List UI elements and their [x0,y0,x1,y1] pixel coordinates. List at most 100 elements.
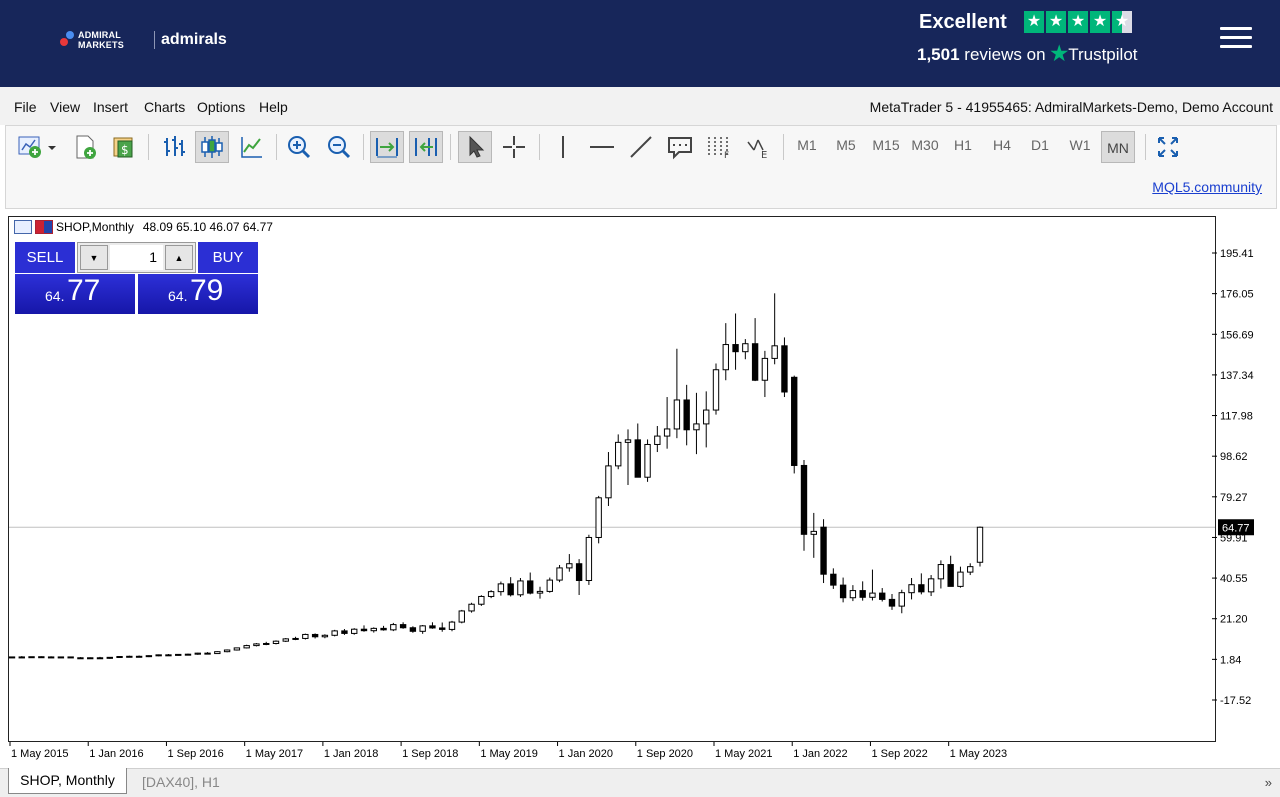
tab-dax40-h1[interactable]: [DAX40], H1 [142,774,220,790]
volume-input[interactable]: 1 [110,245,163,270]
ohlc-values: 48.09 65.10 46.07 64.77 [142,220,273,234]
candle-body [879,592,886,600]
candle-body [360,628,368,632]
candle-body [311,633,319,638]
candle-body [321,634,329,638]
candle-body [918,584,925,593]
candle-body [751,343,759,381]
sell-price[interactable]: 64. 77 [15,274,135,314]
candle-body [732,344,739,353]
buy-price-big: 64. [168,288,188,304]
candle-body [204,652,211,655]
candle-body [507,583,514,596]
volume-increase-button[interactable]: ▲ [165,245,193,270]
candle-body [155,654,162,657]
candle-body [214,651,221,655]
buy-price-pips: 79 [190,274,224,307]
candle-body [292,637,299,640]
candle-body [116,656,123,659]
candle-body [869,592,876,598]
candle-body [253,643,260,647]
candle-body [517,580,524,596]
candle-body [566,563,573,569]
candle-body [615,441,622,467]
chart-tabs: SHOP, Monthly [DAX40], H1 » [0,768,1280,797]
candle-body [888,598,896,607]
tab-shop-monthly[interactable]: SHOP, Monthly [8,768,127,794]
candle-body [546,579,553,592]
tabs-scroll-right-icon[interactable]: » [1265,775,1272,790]
price-chart[interactable]: 195.41 176.05 156.69 137.34 117.98 98.62 79.27… [0,0,1280,768]
buy-price[interactable]: 64. 79 [138,274,258,314]
candle-body [673,399,681,430]
buy-button[interactable]: BUY [198,242,258,273]
candle-body [654,435,661,445]
candle-body [898,592,905,607]
candle-body [390,624,397,631]
candle-body [106,656,113,659]
candle-body [634,439,641,478]
candle-body [820,526,827,575]
candle-body [908,584,915,594]
y-tick-label: 1.84 [1220,654,1241,666]
x-tick-label: 1 Jan 2020 [559,748,613,760]
candle-body [839,584,847,599]
candle-body [380,627,387,631]
candle-body [595,497,602,538]
candle-body [849,590,857,599]
candle-body [399,624,407,629]
candle-body [184,653,192,656]
candle-body [644,443,651,478]
x-tick-label: 1 Jan 2016 [89,748,143,760]
candle-body [712,369,720,411]
candle-body [663,428,671,437]
y-tick-label: 195.41 [1220,248,1254,260]
y-tick-label: 176.05 [1220,289,1254,301]
candle-body [742,343,749,353]
candle-body [771,345,778,359]
candle-body [448,621,456,630]
x-tick-label: 1 May 2017 [246,748,303,760]
candle-body [478,595,485,605]
volume-control: ▼ 1 ▲ [77,242,196,273]
candle-body [429,625,436,629]
candle-body [145,655,153,658]
candle-body [605,465,612,499]
volume-decrease-button[interactable]: ▼ [80,245,108,270]
x-tick-label: 1 Sep 2020 [637,748,693,760]
candle-body [556,567,563,581]
candle-body [135,655,143,658]
candle-body [302,633,309,639]
y-tick-label: 137.34 [1220,370,1254,382]
x-tick-label: 1 May 2015 [11,748,68,760]
candle-body [370,627,377,632]
sell-price-big: 64. [45,288,65,304]
candle-body [28,656,35,659]
candle-body [96,657,104,660]
candle-body [693,423,700,431]
symbol-name: SHOP,Monthly [56,220,134,234]
x-tick-label: 1 Sep 2022 [871,748,927,760]
y-tick-label: 156.69 [1220,329,1254,341]
candle-body [272,640,280,644]
candle-body [77,657,84,660]
candle-body [976,526,984,563]
candle-body [67,656,74,659]
candle-body [165,654,172,657]
sell-button[interactable]: SELL [15,242,75,273]
x-tick-label: 1 Jan 2018 [324,748,378,760]
x-tick-label: 1 May 2021 [715,748,772,760]
current-price-label: 64.77 [1222,522,1250,534]
candle-body [87,657,94,660]
chart-symbol-info: SHOP,Monthly 48.09 65.10 46.07 64.77 [14,220,273,234]
candle-body [624,439,632,443]
x-tick-label: 1 Sep 2018 [402,748,458,760]
candle-body [175,653,182,656]
candle-body [468,603,475,612]
candle-body [800,464,808,535]
candle-body [830,573,837,586]
candle-body [57,656,65,659]
candle-body [810,530,817,535]
candle-body [585,536,593,582]
candle-body [341,630,348,634]
